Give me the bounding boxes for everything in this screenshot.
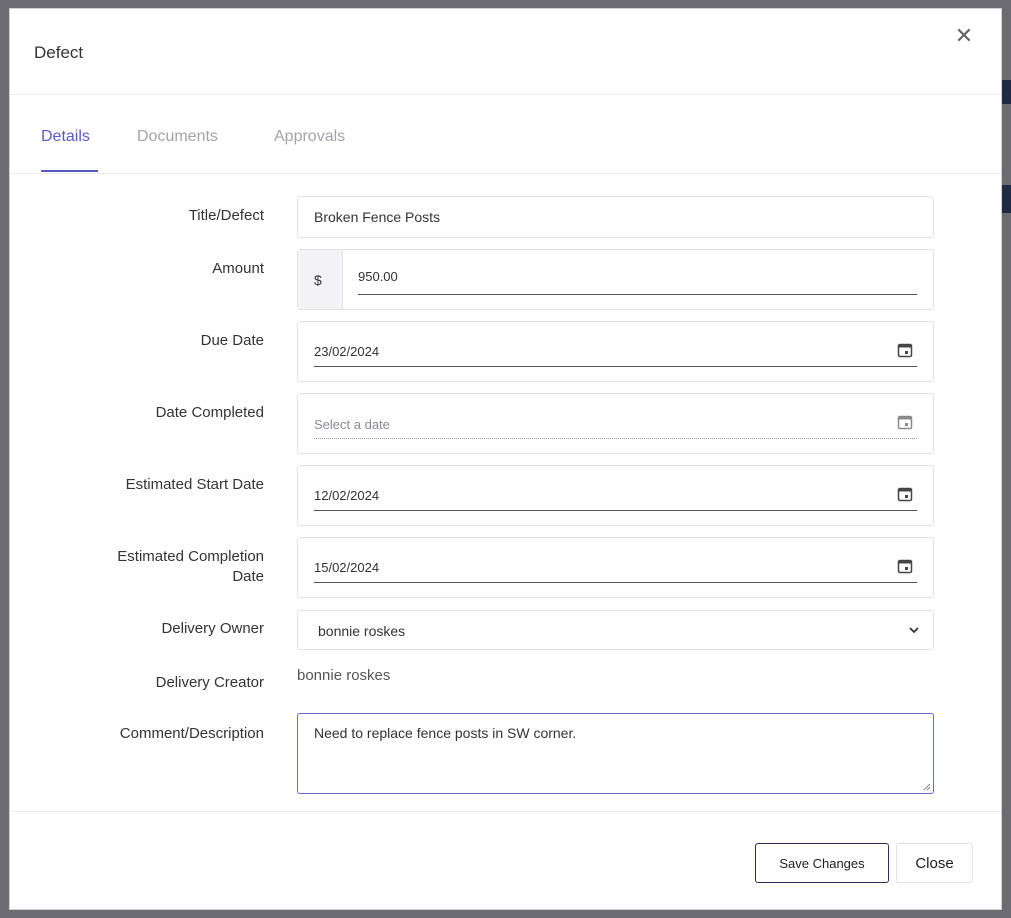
title-defect-label: Title/Defect (188, 207, 264, 224)
calendar-icon[interactable] (897, 414, 913, 430)
delivery-owner-select[interactable]: bonnie roskes (297, 610, 934, 650)
date-completed-label: Date Completed (155, 404, 264, 421)
currency-symbol: $ (314, 272, 322, 288)
delivery-creator-value: bonnie roskes (297, 667, 391, 684)
date-completed-input[interactable]: Select a date (297, 393, 934, 454)
resize-handle-icon[interactable] (923, 783, 931, 791)
tab-bar: Details Documents Approvals (10, 95, 1001, 174)
calendar-icon[interactable] (897, 342, 913, 358)
comment-description-value: Need to replace fence posts in SW corner… (314, 725, 577, 741)
amount-field: $ 950.00 (297, 249, 934, 310)
estimated-start-date-value: 12/02/2024 (314, 488, 380, 503)
calendar-icon[interactable] (897, 486, 913, 502)
due-date-label: Due Date (200, 332, 264, 349)
title-defect-value: Broken Fence Posts (314, 209, 441, 225)
estimated-start-date-label: Estimated Start Date (125, 476, 264, 493)
calendar-icon[interactable] (897, 558, 913, 574)
amount-label: Amount (212, 260, 264, 277)
save-changes-button[interactable]: Save Changes (755, 843, 889, 883)
tab-documents[interactable]: Documents (137, 128, 218, 146)
amount-input[interactable]: 950.00 (342, 250, 933, 309)
close-button[interactable]: Close (896, 843, 973, 883)
modal-title: Defect (34, 43, 84, 62)
delivery-owner-value: bonnie roskes (318, 623, 406, 639)
currency-addon: $ (298, 250, 343, 309)
backdrop-strip (1001, 185, 1011, 213)
amount-value: 950.00 (358, 269, 398, 284)
due-date-input[interactable]: 23/02/2024 (297, 321, 934, 382)
estimated-start-date-underline (314, 510, 917, 511)
estimated-completion-date-input[interactable]: 15/02/2024 (297, 537, 934, 598)
due-date-value: 23/02/2024 (314, 344, 380, 359)
tab-approvals[interactable]: Approvals (274, 128, 345, 146)
due-date-underline (314, 366, 917, 367)
comment-description-label: Comment/Description (119, 725, 264, 742)
date-completed-placeholder: Select a date (314, 417, 390, 432)
estimated-completion-date-label-line1: Estimated Completion (117, 548, 264, 565)
backdrop-strip (1001, 80, 1011, 104)
close-icon[interactable]: ✕ (953, 26, 975, 48)
defect-modal: Defect ✕ Details Documents Approvals Tit… (9, 8, 1002, 910)
active-tab-indicator (41, 170, 98, 172)
modal-header: Defect ✕ (10, 9, 1001, 95)
estimated-start-date-input[interactable]: 12/02/2024 (297, 465, 934, 526)
tab-details[interactable]: Details (41, 128, 90, 146)
chevron-down-icon (909, 627, 919, 634)
estimated-completion-date-label-line2: Date (232, 568, 264, 585)
delivery-creator-label: Delivery Creator (155, 674, 264, 691)
estimated-completion-date-value: 15/02/2024 (314, 560, 380, 575)
estimated-completion-date-label: Estimated Completion Date (117, 547, 264, 587)
date-completed-underline (314, 438, 917, 439)
title-defect-input[interactable]: Broken Fence Posts (297, 196, 934, 238)
modal-footer: Save Changes Close (10, 811, 1001, 912)
amount-underline (358, 294, 917, 295)
estimated-completion-date-underline (314, 582, 917, 583)
comment-description-textarea[interactable]: Need to replace fence posts in SW corner… (297, 713, 934, 794)
delivery-owner-label: Delivery Owner (161, 620, 264, 637)
